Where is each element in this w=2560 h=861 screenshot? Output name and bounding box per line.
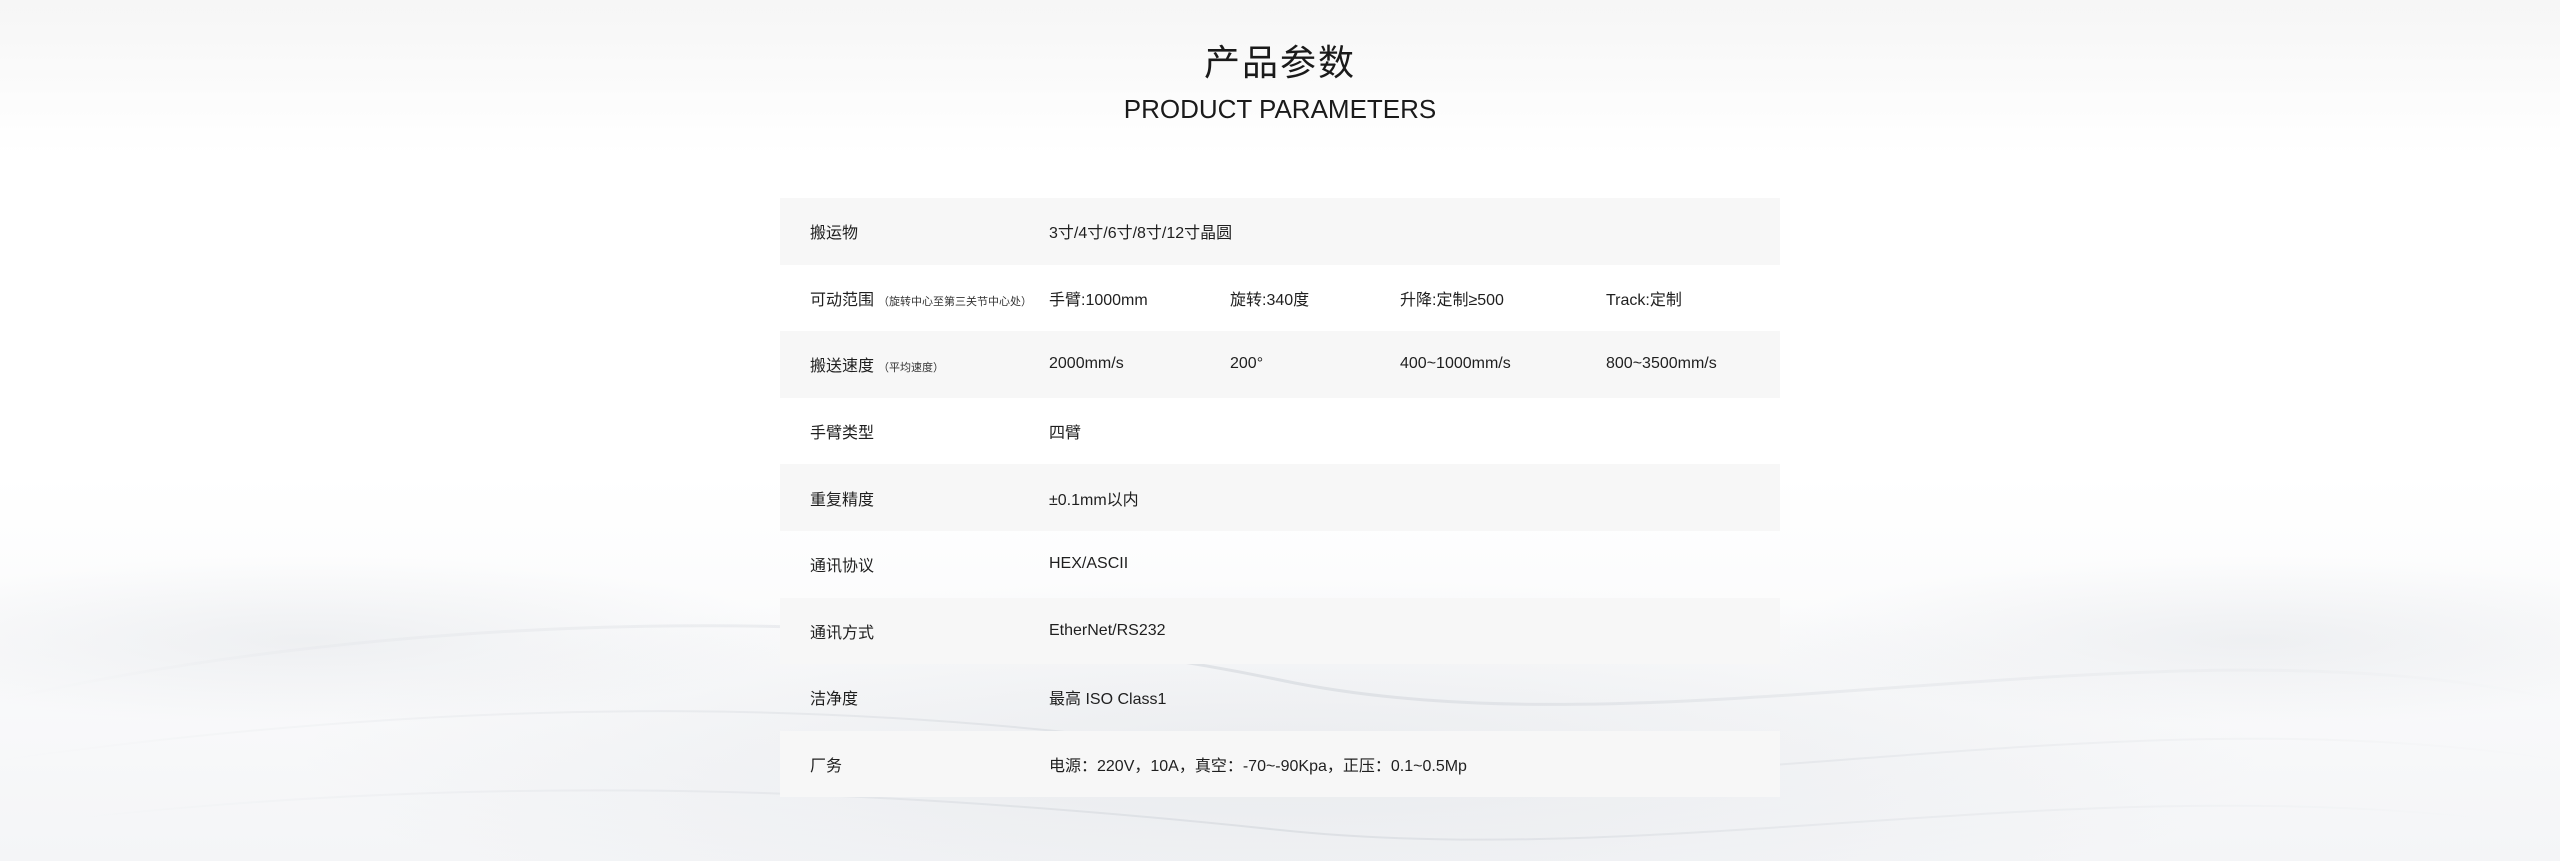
spec-value: Track:定制 [1606, 291, 1682, 309]
spec-value: ±0.1mm以内 [1049, 491, 1139, 509]
spec-row-repeatability: 重复精度 ±0.1mm以内 [780, 464, 1780, 531]
spec-row-interface: 通讯方式 EtherNet/RS232 [780, 597, 1780, 665]
spec-label: 搬送速度 [810, 358, 875, 376]
spec-label: 洁净度 [810, 691, 859, 709]
spec-value: 电源：220V，10A，真空：-70~-90Kpa，正压：0.1~0.5Mp [1049, 758, 1467, 776]
spec-value: 400~1000mm/s [1400, 355, 1511, 373]
spec-row-facility: 厂务 电源：220V，10A，真空：-70~-90Kpa，正压：0.1~0.5M… [780, 730, 1780, 798]
spec-value: 旋转:340度 [1230, 291, 1310, 309]
spec-value: 升降:定制≥500 [1400, 291, 1504, 309]
spec-value: HEX/ASCII [1049, 555, 1129, 573]
spec-value: 2000mm/s [1049, 355, 1124, 373]
spec-row-protocol: 通讯协议 HEX/ASCII [780, 531, 1780, 598]
spec-label-wrap: 可动范围 （旋转中心至第三关节中心处） [780, 286, 1049, 310]
page-title: 产品参数 [1203, 43, 1356, 84]
spec-table: 搬运物 3寸/4寸/6寸/8寸/12寸晶圆 可动范围 （旋转中心至第三关节中心处）… [780, 198, 1780, 798]
spec-row-range: 可动范围 （旋转中心至第三关节中心处） 手臂:1000mm 旋转:340度 升降:… [780, 265, 1780, 332]
spec-value: EtherNet/RS232 [1049, 621, 1166, 639]
spec-row-payload: 搬运物 3寸/4寸/6寸/8寸/12寸晶圆 [780, 198, 1780, 265]
section-header: 产品参数 PRODUCT PARAMETERS [0, 40, 2560, 126]
spec-label: 通讯协议 [810, 558, 875, 576]
spec-value: 四臂 [1049, 425, 1082, 443]
spec-label: 厂务 [810, 758, 843, 776]
spec-note: （旋转中心至第三关节中心处） [878, 295, 1033, 308]
spec-value: 最高 ISO Class1 [1049, 691, 1167, 709]
spec-row-cleanliness: 洁净度 最高 ISO Class1 [780, 664, 1780, 731]
spec-label: 搬运物 [810, 225, 859, 243]
spec-value: 手臂:1000mm [1049, 291, 1148, 309]
spec-note: （平均速度） [878, 362, 945, 375]
spec-label-wrap: 搬送速度 （平均速度） [780, 352, 1049, 376]
spec-value: 800~3500mm/s [1606, 355, 1717, 373]
spec-row-speed: 搬送速度 （平均速度） 2000mm/s 200° 400~1000mm/s 80… [780, 331, 1780, 398]
spec-label: 重复精度 [810, 491, 875, 509]
spec-label: 手臂类型 [810, 425, 875, 443]
spec-value: 3寸/4寸/6寸/8寸/12寸晶圆 [1049, 225, 1233, 243]
spec-value: 200° [1230, 355, 1264, 373]
page-subtitle: PRODUCT PARAMETERS [1123, 94, 1437, 124]
spec-label: 可动范围 [810, 291, 875, 309]
spec-label: 通讯方式 [810, 624, 875, 642]
spec-row-arm-type: 手臂类型 四臂 [780, 398, 1780, 465]
